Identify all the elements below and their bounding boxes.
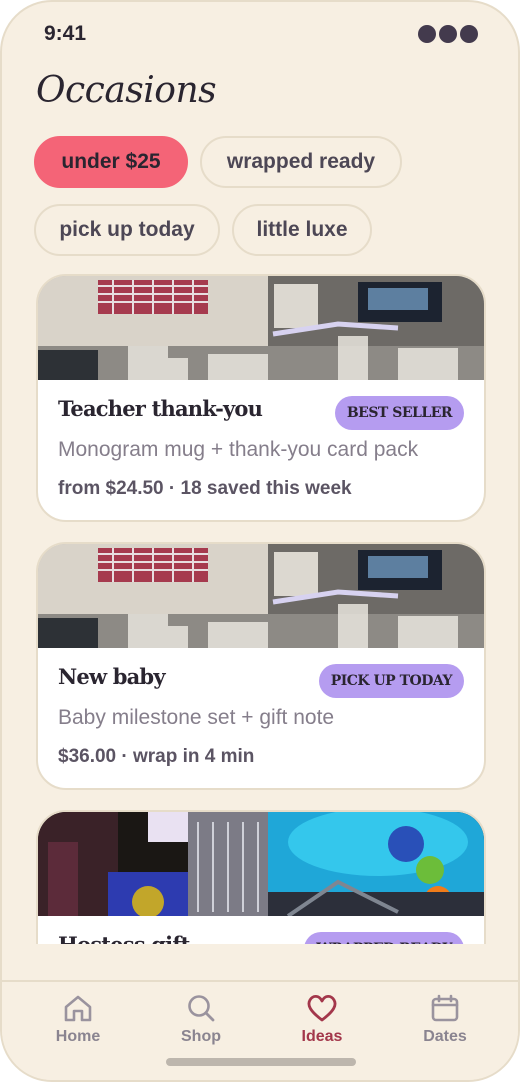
card-badge: PICK UP TODAY [318, 664, 464, 698]
heart-icon [307, 994, 337, 1022]
dot [460, 25, 478, 43]
search-icon [188, 995, 215, 1022]
card-title: Teacher thank-you [58, 396, 263, 421]
nav-label: Dates [423, 1028, 467, 1045]
dot [439, 25, 457, 43]
card-badge: WRAPPED READY [304, 932, 464, 944]
card-subtitle: Monogram mug + thank-you card pack [58, 438, 419, 461]
occasion-feed[interactable]: Teacher thank-you BEST SELLER Monogram m… [2, 272, 518, 944]
collage-photo [38, 544, 484, 648]
nav-label: Shop [181, 1028, 221, 1045]
nav-item-shop[interactable]: Shop [151, 992, 251, 1046]
occasion-card-hostess[interactable]: Hostess gift WRAPPED READY [36, 810, 486, 944]
calendar-icon [431, 994, 459, 1022]
home-indicator[interactable] [166, 1058, 356, 1066]
occasion-card-teacher[interactable]: Teacher thank-you BEST SELLER Monogram m… [36, 274, 486, 522]
nav-item-dates[interactable]: Dates [395, 992, 495, 1046]
card-photo [38, 276, 484, 380]
status-bar: 9:41 [42, 20, 478, 50]
card-photo [38, 544, 484, 648]
filter-chip-wrapped-ready[interactable]: wrapped ready [200, 136, 402, 188]
card-title: New baby [58, 664, 166, 689]
card-title: Hostess gift [58, 932, 190, 944]
card-badge: BEST SELLER [334, 396, 464, 430]
card-meta: $36.00 · wrap in 4 min [58, 746, 255, 767]
nav-item-home[interactable]: Home [28, 992, 128, 1046]
home-icon [64, 995, 92, 1022]
times-square-photo [38, 812, 484, 916]
card-meta: from $24.50 · 18 saved this week [58, 478, 352, 499]
card-subtitle: Baby milestone set + gift note [58, 706, 335, 729]
dot [418, 25, 436, 43]
collage-photo [38, 276, 484, 380]
nav-item-ideas[interactable]: Ideas [272, 992, 372, 1046]
occasion-card-new-baby[interactable]: New baby PICK UP TODAY Baby milestone se… [36, 542, 486, 790]
filter-chip-under-25[interactable]: under $25 [34, 136, 188, 188]
card-photo [38, 812, 484, 916]
phone-screen: 9:41 Occasions under $25 wrapped ready p… [0, 0, 520, 1082]
nav-label: Home [55, 1028, 101, 1045]
page-title: Occasions [36, 70, 217, 111]
status-time: 9:41 [44, 22, 87, 45]
bottom-nav: Home Shop Ideas Dates [2, 980, 518, 1080]
filter-chip-pick-up-today[interactable]: pick up today [34, 204, 220, 256]
more-icon[interactable] [418, 25, 478, 43]
nav-label: Ideas [301, 1028, 343, 1045]
filter-chip-little-luxe[interactable]: little luxe [232, 204, 372, 256]
